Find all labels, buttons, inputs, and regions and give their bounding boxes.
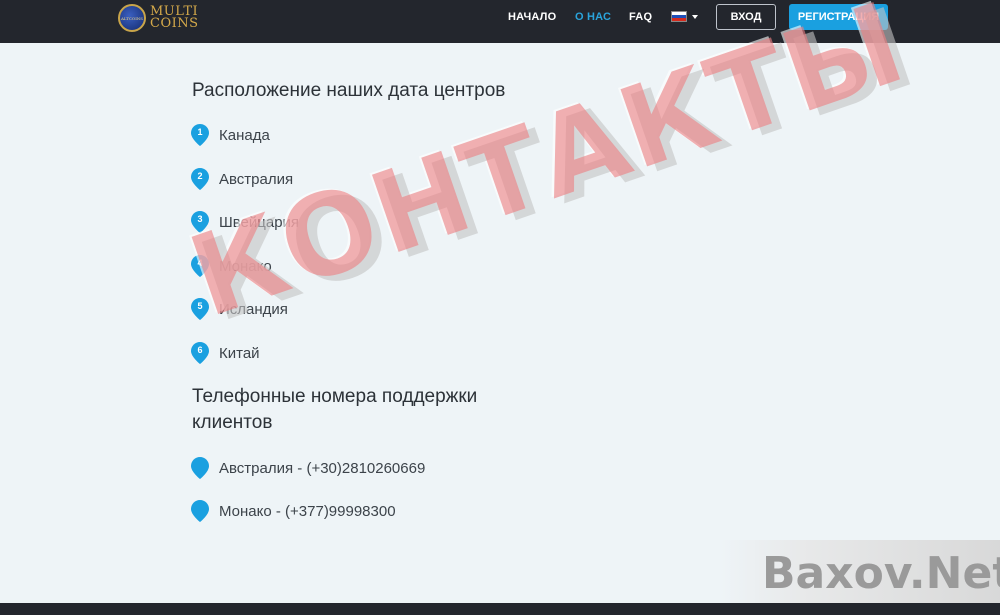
logo-text: MULTI COINS [150, 4, 199, 31]
nav-link-home[interactable]: НАЧАЛО [508, 11, 556, 23]
support-phones-title: Телефонные номера поддержки клиентов [192, 386, 478, 433]
map-pin-icon: 1 [191, 124, 209, 146]
site-logo[interactable]: ALTCOINS MULTI COINS [118, 2, 199, 34]
nav-link-faq[interactable]: FAQ [629, 11, 652, 23]
map-pin-icon [191, 500, 209, 522]
support-phone-label: Монако - (+377)99998300 [219, 502, 396, 520]
list-item: Австралия - (+30)2810260669 [191, 456, 425, 480]
map-pin-icon: 6 [191, 342, 209, 364]
nav-link-about[interactable]: О НАС [575, 11, 611, 23]
map-pin-icon: 2 [191, 168, 209, 190]
brand-watermark: Baxov.Net [762, 548, 1000, 599]
datacenters-title: Расположение наших дата центров [192, 80, 506, 101]
coin-logo-icon: ALTCOINS [118, 4, 146, 32]
support-phone-label: Австралия - (+30)2810260669 [219, 459, 426, 477]
datacenter-label: Китай [219, 344, 260, 362]
datacenter-label: Канада [219, 126, 270, 144]
language-selector[interactable] [671, 11, 698, 22]
map-pin-icon [191, 457, 209, 479]
russia-flag-icon [671, 11, 687, 22]
page-footer [0, 603, 1000, 615]
list-item: Монако - (+377)99998300 [191, 499, 396, 523]
list-item: 1 Канада [191, 123, 270, 147]
chevron-down-icon [692, 14, 698, 19]
list-item: 6 Китай [191, 341, 260, 365]
